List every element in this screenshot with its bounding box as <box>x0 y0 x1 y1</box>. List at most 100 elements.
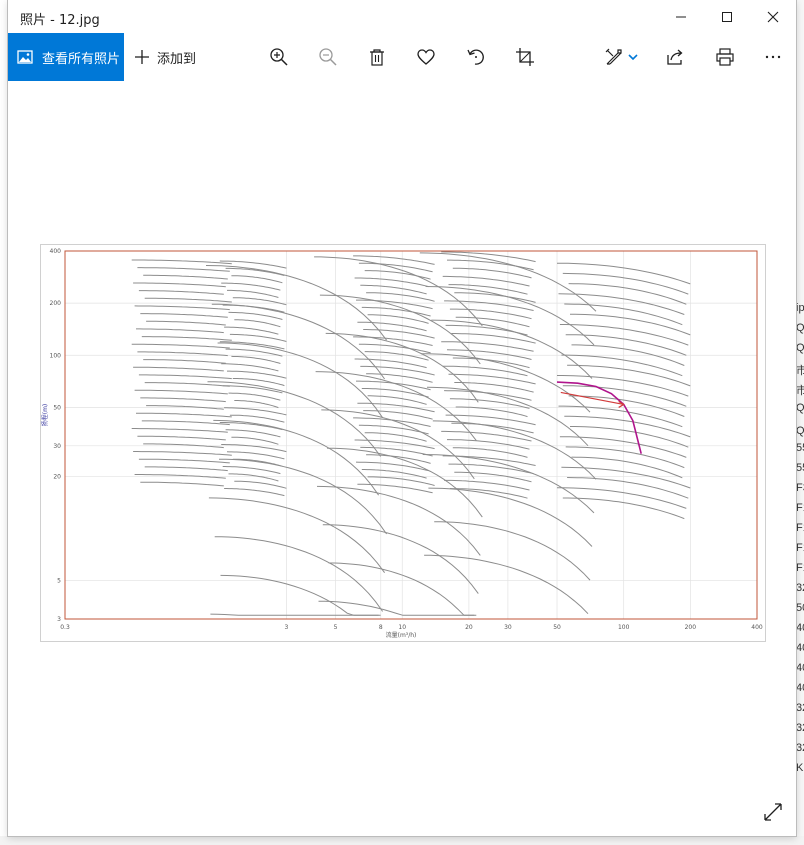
fullscreen-button[interactable] <box>761 800 785 824</box>
zoom-out-button[interactable] <box>316 45 340 69</box>
pump-curve <box>363 329 435 339</box>
pump-curve <box>568 283 687 305</box>
background-text-fragment: QF <box>796 402 804 414</box>
photos-app-window: 照片 - 12.jpg 查看所有照片 添加到 0.3 3 5 8 10 20 3… <box>8 0 796 836</box>
y-tick-label: 200 <box>50 300 62 307</box>
pump-curve <box>219 422 283 431</box>
x-tick-label: 10 <box>398 624 406 631</box>
pump-curve <box>136 412 232 418</box>
image-icon <box>17 49 33 65</box>
x-tick-label: 100 <box>618 624 630 631</box>
pump-curve <box>214 536 384 612</box>
crop-button[interactable] <box>513 45 537 69</box>
more-icon <box>765 55 781 59</box>
toolbar: 查看所有照片 添加到 <box>8 33 796 81</box>
background-text-fragment: 市 <box>796 365 804 377</box>
pump-curve <box>567 364 691 387</box>
background-text-fragment: K1 <box>796 762 804 774</box>
share-button[interactable] <box>663 45 687 69</box>
pump-curve <box>231 275 283 284</box>
pump-curve <box>327 447 483 518</box>
pump-curve <box>140 397 226 403</box>
pump-curve <box>143 359 226 364</box>
delete-icon <box>370 49 384 66</box>
pump-curve <box>232 297 287 306</box>
favorite-button[interactable] <box>414 45 438 69</box>
y-tick-label: 30 <box>53 443 61 450</box>
background-text-fragment: QV <box>796 322 804 334</box>
x-tick-label: 30 <box>504 624 512 631</box>
pump-curve <box>224 488 285 497</box>
pump-curve <box>131 428 228 433</box>
pump-chart-svg: 0.3 3 5 8 10 20 30 50 100 200 40040020010050302053… <box>41 248 763 639</box>
pump-curve <box>452 357 530 369</box>
rotate-button[interactable] <box>464 45 488 69</box>
pump-curve <box>211 303 386 380</box>
minimize-button[interactable] <box>658 0 704 33</box>
add-to-button[interactable]: 添加到 <box>134 33 196 81</box>
y-tick-label: 100 <box>50 352 62 359</box>
pump-curve <box>137 435 226 441</box>
pump-curve <box>140 481 224 487</box>
background-text-fragment: F3 <box>796 482 804 494</box>
zoom-in-button[interactable] <box>267 45 291 69</box>
view-all-photos-button[interactable]: 查看所有照片 <box>8 33 124 81</box>
pump-curve <box>234 400 279 409</box>
background-text-fragment: 市 <box>796 385 804 397</box>
pump-curve <box>227 289 279 298</box>
pump-curve <box>224 407 287 416</box>
x-tick-label: 5 <box>334 624 338 631</box>
pump-curve <box>316 485 481 556</box>
y-tick-label: 3 <box>57 616 61 623</box>
x-tick-label: 3 <box>285 624 289 631</box>
pump-curve <box>227 370 287 379</box>
pump-curve <box>422 454 595 514</box>
title-bar[interactable]: 照片 - 12.jpg <box>8 0 796 33</box>
pump-curve <box>428 487 593 547</box>
pump-curve <box>232 378 285 387</box>
crop-icon <box>516 48 534 66</box>
y-tick-label: 20 <box>53 473 61 480</box>
background-text-fragment: QV <box>796 342 804 354</box>
pump-curve <box>218 458 388 535</box>
background-text-fragment: 32 <box>796 722 804 734</box>
maximize-button[interactable] <box>704 0 750 33</box>
background-text-fragment: 32 <box>796 742 804 754</box>
x-axis-label: 流量(m³/h) <box>386 631 417 639</box>
background-text-fragment: F1 <box>796 522 804 534</box>
background-text-fragment: 40 <box>796 662 804 674</box>
pump-curve <box>217 342 384 418</box>
pump-curve <box>144 382 230 387</box>
background-text-fragment: 40 <box>796 642 804 654</box>
maximize-icon <box>722 11 732 22</box>
edit-dropdown-button[interactable] <box>625 45 641 69</box>
print-button[interactable] <box>713 45 737 69</box>
pump-curve <box>146 320 226 326</box>
pump-curve <box>367 476 435 486</box>
background-text-fragment: Q第 <box>796 425 804 437</box>
pump-curve <box>568 395 685 417</box>
pump-curve <box>432 420 597 480</box>
photo-viewer-area[interactable]: 0.3 3 5 8 10 20 30 50 100 200 400 400 200 100 50 30 20 5 3… <box>8 81 796 836</box>
plus-icon <box>134 49 150 65</box>
pump-curve <box>224 326 279 335</box>
more-options-button[interactable] <box>761 45 785 69</box>
pump-curve <box>136 328 224 334</box>
pump-curve <box>228 473 279 482</box>
share-icon <box>667 49 683 65</box>
pump-curve <box>131 343 230 349</box>
close-button[interactable] <box>750 0 796 33</box>
pump-curve <box>143 274 228 280</box>
pump-curve <box>141 420 230 426</box>
close-icon <box>767 11 779 22</box>
background-text-fragment: 32 <box>796 702 804 714</box>
edit-button[interactable] <box>602 45 626 69</box>
y-axis-label: 扬程(m) <box>41 404 49 427</box>
edit-icon <box>605 48 622 65</box>
pump-curve <box>228 311 283 320</box>
pump-curve <box>144 466 228 472</box>
delete-button[interactable] <box>365 45 389 69</box>
y-tick-label: 50 <box>53 404 61 411</box>
pump-curve <box>141 336 232 341</box>
zoom-in-icon <box>270 48 288 66</box>
